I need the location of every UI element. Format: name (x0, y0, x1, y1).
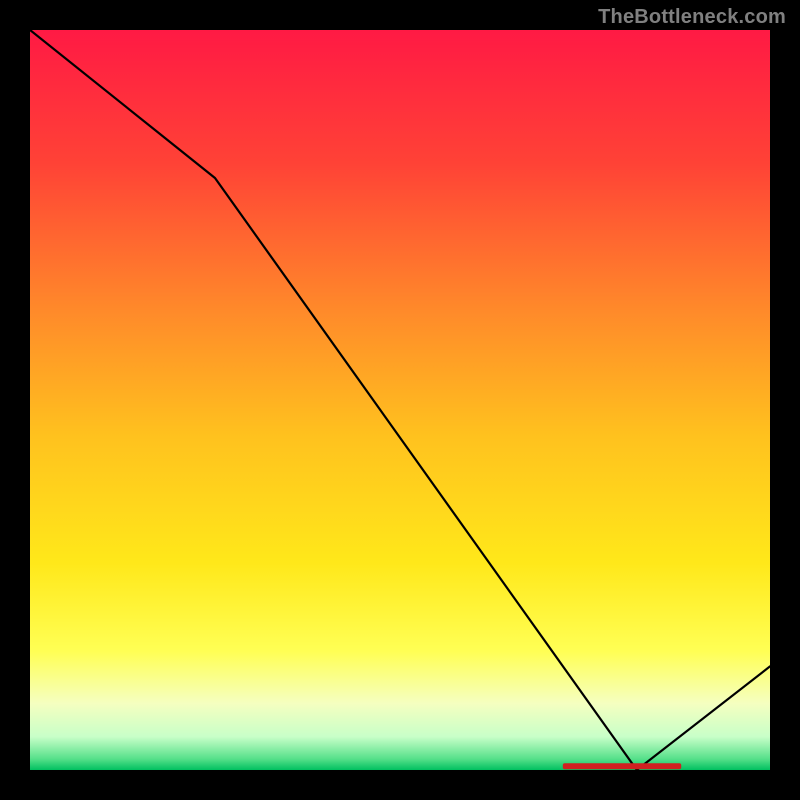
plot-area (30, 30, 770, 770)
optimal-band-marker (563, 763, 681, 769)
chart-stage: TheBottleneck.com (0, 0, 800, 800)
gradient-background (30, 30, 770, 770)
watermark-text: TheBottleneck.com (598, 6, 786, 29)
plot-svg (30, 30, 770, 770)
